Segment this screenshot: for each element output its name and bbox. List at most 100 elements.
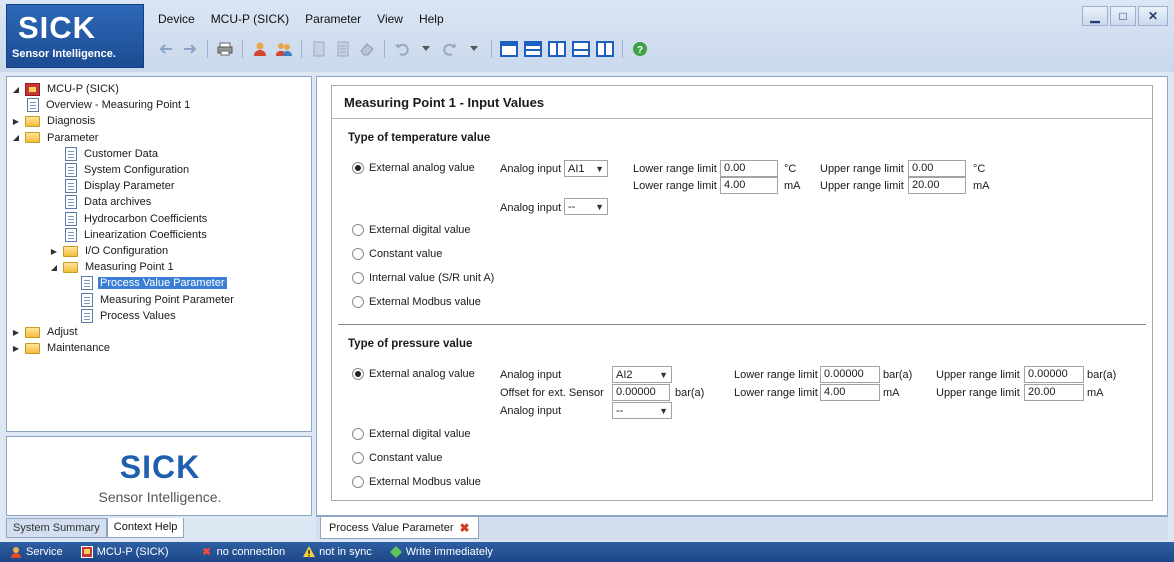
tree-item[interactable]: ◢ MCU-P (SICK) bbox=[11, 81, 121, 97]
folder-icon bbox=[25, 342, 40, 354]
undo-icon[interactable] bbox=[392, 39, 412, 59]
collapse-arrow-icon[interactable]: ◢ bbox=[49, 263, 59, 272]
undo-dropdown-icon[interactable] bbox=[416, 39, 436, 59]
expand-arrow-icon[interactable]: ▶ bbox=[11, 344, 21, 353]
tree-item[interactable]: Customer Data bbox=[65, 146, 160, 162]
menu-help[interactable]: Help bbox=[411, 10, 452, 28]
temp-radio-external-analog[interactable]: External analog value bbox=[352, 162, 475, 174]
doc-icon[interactable] bbox=[309, 39, 329, 59]
context-help-panel: SICK Sensor Intelligence. bbox=[6, 436, 312, 516]
doc-copy-icon[interactable] bbox=[333, 39, 353, 59]
temp-radio-modbus[interactable]: External Modbus value bbox=[352, 296, 481, 308]
radio-icon bbox=[352, 428, 364, 440]
menu-view[interactable]: View bbox=[369, 10, 411, 28]
toolbar-separator bbox=[301, 40, 302, 58]
tree-item[interactable]: Process Value Parameter bbox=[81, 275, 227, 291]
tree-item[interactable]: ▶ Adjust bbox=[11, 324, 80, 340]
maximize-button[interactable]: □ bbox=[1110, 6, 1136, 26]
layout-vertical-icon[interactable] bbox=[547, 39, 567, 59]
pressure-radio-constant[interactable]: Constant value bbox=[352, 452, 442, 464]
tab-close-icon[interactable]: ✖ bbox=[460, 521, 470, 535]
temp-upper-range-c-field[interactable]: 0.00 bbox=[908, 160, 966, 177]
status-write-mode[interactable]: Write immediately bbox=[389, 546, 493, 558]
temp-analog-input-select[interactable]: AI1 ▼ bbox=[564, 160, 608, 177]
temp-lower-range-c-field[interactable]: 0.00 bbox=[720, 160, 778, 177]
pressure-analog-input-label: Analog input bbox=[500, 369, 562, 381]
redo-dropdown-icon[interactable] bbox=[464, 39, 484, 59]
forward-arrow-icon[interactable] bbox=[180, 39, 200, 59]
tree-item[interactable]: ▶ I/O Configuration bbox=[49, 243, 170, 259]
menu-parameter[interactable]: Parameter bbox=[297, 10, 369, 28]
temp-lower-range-label: Lower range limit bbox=[633, 163, 717, 175]
pressure-radio-modbus[interactable]: External Modbus value bbox=[352, 476, 481, 488]
tree-item[interactable]: Process Values bbox=[81, 308, 178, 324]
close-button[interactable]: ✕ bbox=[1138, 6, 1168, 26]
temp-lower-range-ma-field[interactable]: 4.00 bbox=[720, 177, 778, 194]
pressure-upper-range-bar-field[interactable]: 0.00000 bbox=[1024, 366, 1084, 383]
tree-item[interactable]: Display Parameter bbox=[65, 178, 176, 194]
tree-item[interactable]: Hydrocarbon Coefficients bbox=[65, 211, 209, 227]
tab-context-help[interactable]: Context Help bbox=[106, 518, 185, 538]
tree-item[interactable]: ◢ Parameter bbox=[11, 130, 100, 146]
help-icon[interactable]: ? bbox=[630, 39, 650, 59]
back-arrow-icon[interactable] bbox=[156, 39, 176, 59]
toolbar-separator bbox=[207, 40, 208, 58]
tree-item[interactable]: System Configuration bbox=[65, 162, 191, 178]
layout-single-icon[interactable] bbox=[499, 39, 519, 59]
offset-field[interactable]: 0.00000 bbox=[612, 384, 670, 401]
layout-horizontal-icon[interactable] bbox=[523, 39, 543, 59]
temp-radio-constant[interactable]: Constant value bbox=[352, 248, 442, 260]
minimize-button[interactable]: ▁ bbox=[1082, 6, 1108, 26]
temp-analog-input2-select[interactable]: -- ▼ bbox=[564, 198, 608, 215]
pressure-lower-range-ma-field[interactable]: 4.00 bbox=[820, 384, 880, 401]
expand-arrow-icon[interactable]: ▶ bbox=[49, 247, 59, 256]
tree-item-label: Linearization Coefficients bbox=[84, 228, 207, 241]
users-icon[interactable] bbox=[274, 39, 294, 59]
radio-icon bbox=[352, 476, 364, 488]
tree-item[interactable]: Linearization Coefficients bbox=[65, 227, 209, 243]
document-tab-strip: Process Value Parameter ✖ bbox=[316, 516, 1168, 540]
pressure-upper-range-ma-field[interactable]: 20.00 bbox=[1024, 384, 1084, 401]
status-device[interactable]: MCU-P (SICK) bbox=[80, 546, 169, 558]
tree-item[interactable]: Measuring Point Parameter bbox=[81, 292, 236, 308]
redo-icon[interactable] bbox=[440, 39, 460, 59]
collapse-arrow-icon[interactable]: ◢ bbox=[11, 85, 21, 94]
eraser-icon[interactable] bbox=[357, 39, 377, 59]
tree-item[interactable]: ▶ Diagnosis bbox=[11, 113, 97, 129]
tree-item-label: I/O Configuration bbox=[85, 245, 169, 257]
print-icon[interactable] bbox=[215, 39, 235, 59]
tree-item[interactable]: Overview - Measuring Point 1 bbox=[27, 97, 192, 113]
tree-item[interactable]: ▶ Maintenance bbox=[11, 340, 112, 356]
pressure-radio-external-analog[interactable]: External analog value bbox=[352, 368, 475, 380]
layout-grid-icon[interactable] bbox=[595, 39, 615, 59]
tree-item[interactable]: Data archives bbox=[65, 194, 153, 210]
pressure-lower-range-bar-field[interactable]: 0.00000 bbox=[820, 366, 880, 383]
expand-arrow-icon[interactable]: ▶ bbox=[11, 117, 21, 126]
collapse-arrow-icon[interactable]: ◢ bbox=[11, 133, 21, 142]
pressure-analog-input-select[interactable]: AI2 ▼ bbox=[612, 366, 672, 383]
temp-radio-internal[interactable]: Internal value (S/R unit A) bbox=[352, 272, 494, 284]
device-icon bbox=[25, 82, 40, 96]
doc-icon bbox=[65, 227, 77, 242]
tree-item-label: Process Values bbox=[100, 309, 176, 322]
menu-mcu-p[interactable]: MCU-P (SICK) bbox=[203, 10, 297, 28]
user-login-icon[interactable] bbox=[250, 39, 270, 59]
tree-item[interactable]: ◢ Measuring Point 1 bbox=[49, 259, 176, 275]
pressure-analog-input2-select[interactable]: -- ▼ bbox=[612, 402, 672, 419]
menu-device[interactable]: Device bbox=[150, 10, 203, 28]
expand-arrow-icon[interactable]: ▶ bbox=[11, 328, 21, 337]
layout-mixed-icon[interactable] bbox=[571, 39, 591, 59]
tab-system-summary[interactable]: System Summary bbox=[6, 518, 107, 538]
brand-tagline: Sensor Intelligence. bbox=[12, 48, 116, 60]
temp-upper-range-label: Upper range limit bbox=[820, 163, 904, 175]
temp-upper-range-ma-field[interactable]: 20.00 bbox=[908, 177, 966, 194]
tab-process-value-parameter[interactable]: Process Value Parameter ✖ bbox=[320, 517, 479, 539]
status-sync-label: not in sync bbox=[319, 546, 372, 558]
temp-radio-external-digital[interactable]: External digital value bbox=[352, 224, 471, 236]
status-service[interactable]: Service bbox=[10, 546, 63, 558]
doc-icon bbox=[65, 146, 77, 161]
pressure-radio-external-digital[interactable]: External digital value bbox=[352, 428, 471, 440]
radio-icon bbox=[352, 452, 364, 464]
temp-upper-ma-unit: mA bbox=[973, 180, 990, 192]
warning-icon bbox=[303, 546, 316, 558]
